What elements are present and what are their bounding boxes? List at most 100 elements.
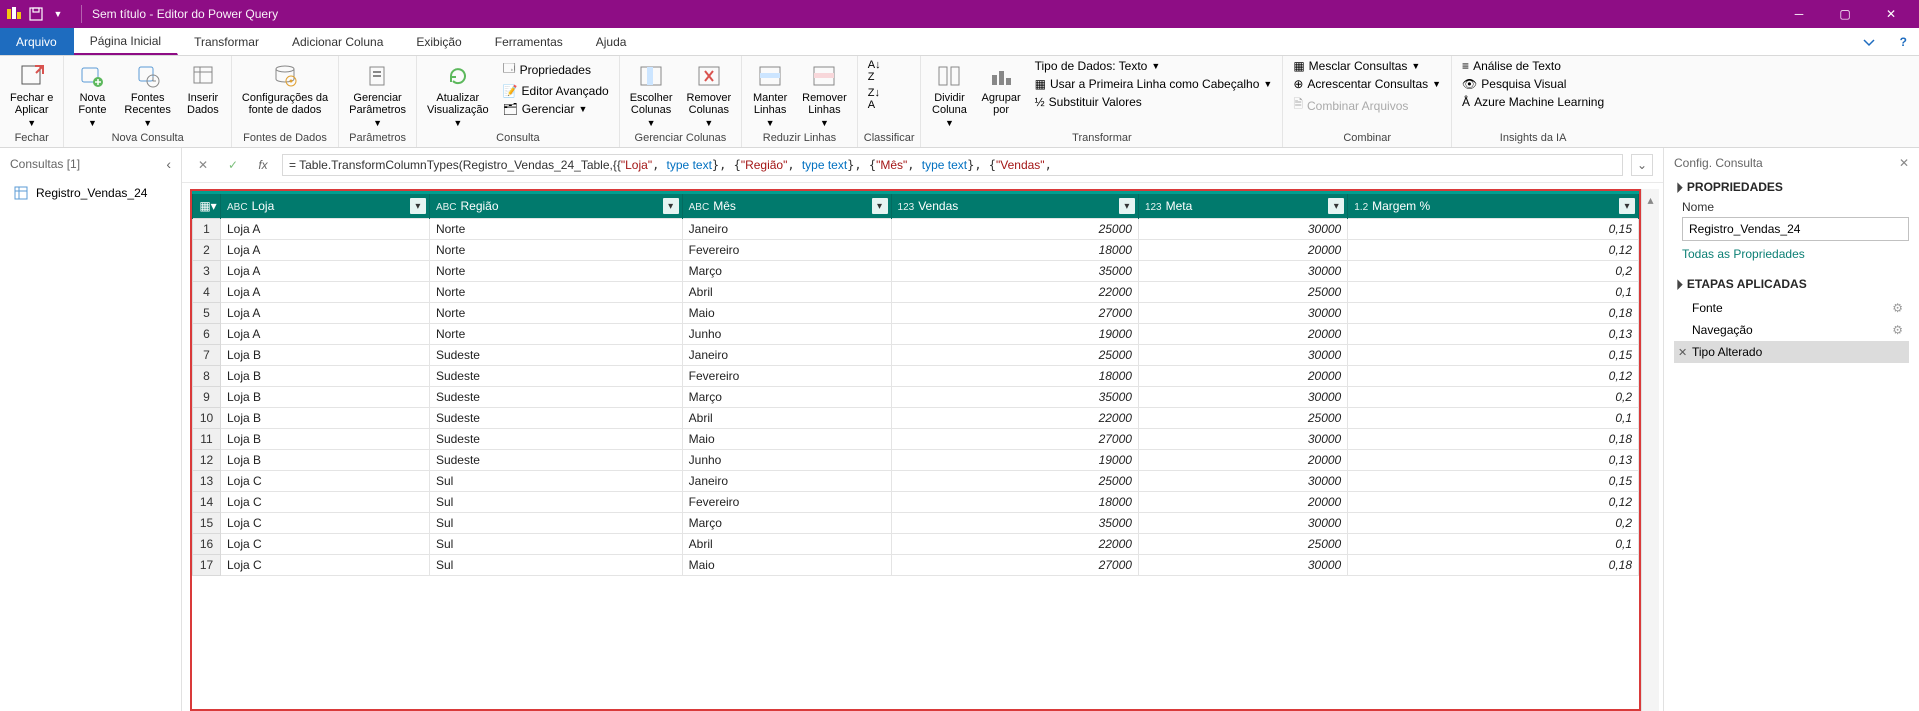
data-grid[interactable]: ▦▾ ABCLoja▾ABCRegião▾ABCMês▾123Vendas▾12… <box>192 191 1639 709</box>
table-row[interactable]: 10Loja BSudesteAbril22000250000,1 <box>193 408 1639 429</box>
cell[interactable]: Sudeste <box>429 429 682 450</box>
save-icon[interactable] <box>27 5 45 23</box>
cell[interactable]: 0,12 <box>1348 240 1639 261</box>
cell[interactable]: 0,15 <box>1348 345 1639 366</box>
cell[interactable]: 0,12 <box>1348 366 1639 387</box>
cell[interactable]: Fevereiro <box>682 366 891 387</box>
cell[interactable]: Sul <box>429 555 682 576</box>
cell[interactable]: Loja B <box>221 450 430 471</box>
cell[interactable]: 0,18 <box>1348 429 1639 450</box>
cell[interactable]: 35000 <box>891 513 1138 534</box>
split-col-button[interactable]: Dividir Coluna▼ <box>927 58 971 128</box>
manage-params-button[interactable]: Gerenciar Parâmetros▼ <box>345 58 410 128</box>
tab-file[interactable]: Arquivo <box>0 28 74 55</box>
cell[interactable]: 30000 <box>1138 471 1347 492</box>
collapse-pane-icon[interactable]: ‹ <box>166 156 171 172</box>
cell[interactable]: Janeiro <box>682 471 891 492</box>
replace-values-button[interactable]: ½ Substituir Valores <box>1031 94 1277 110</box>
cell[interactable]: 18000 <box>891 366 1138 387</box>
merge-queries-button[interactable]: ▦ Mesclar Consultas ▼ <box>1289 58 1445 74</box>
cell[interactable]: 19000 <box>891 324 1138 345</box>
table-row[interactable]: 3Loja ANorteMarço35000300000,2 <box>193 261 1639 282</box>
scroll-up-icon[interactable]: ▴ <box>1647 193 1653 207</box>
cell[interactable]: Loja A <box>221 240 430 261</box>
table-row[interactable]: 4Loja ANorteAbril22000250000,1 <box>193 282 1639 303</box>
tab-transform[interactable]: Transformar <box>178 28 276 55</box>
cell[interactable]: 0,18 <box>1348 303 1639 324</box>
manage-button[interactable]: 🗂Gerenciar ▼ <box>499 101 613 117</box>
cell[interactable]: 0,15 <box>1348 471 1639 492</box>
cell[interactable]: Maio <box>682 303 891 324</box>
cell[interactable]: Sudeste <box>429 387 682 408</box>
cell[interactable]: 0,15 <box>1348 219 1639 240</box>
azure-ml-button[interactable]: Å Azure Machine Learning <box>1458 94 1608 110</box>
cell[interactable]: 27000 <box>891 303 1138 324</box>
group-by-button[interactable]: Agrupar por <box>977 58 1024 116</box>
new-source-button[interactable]: Nova Fonte▼ <box>70 58 114 128</box>
cell[interactable]: Loja A <box>221 219 430 240</box>
cell[interactable]: Sudeste <box>429 450 682 471</box>
column-header[interactable]: 123Vendas▾ <box>891 193 1138 219</box>
table-row[interactable]: 8Loja BSudesteFevereiro18000200000,12 <box>193 366 1639 387</box>
table-row[interactable]: 6Loja ANorteJunho19000200000,13 <box>193 324 1639 345</box>
gear-icon[interactable]: ⚙ <box>1892 301 1903 315</box>
delete-step-icon[interactable]: ✕ <box>1678 346 1687 359</box>
formula-cancel-icon[interactable]: ✕ <box>192 154 214 176</box>
column-header[interactable]: ABCRegião▾ <box>429 193 682 219</box>
text-analytics-button[interactable]: ≡ Análise de Texto <box>1458 58 1608 74</box>
cell[interactable]: Janeiro <box>682 345 891 366</box>
tab-help[interactable]: Ajuda <box>580 28 644 55</box>
cell[interactable]: 19000 <box>891 450 1138 471</box>
cell[interactable]: 0,13 <box>1348 450 1639 471</box>
cell[interactable]: 22000 <box>891 282 1138 303</box>
cell[interactable]: 20000 <box>1138 240 1347 261</box>
advanced-editor-button[interactable]: 📝Editor Avançado <box>499 83 613 99</box>
cell[interactable]: 27000 <box>891 555 1138 576</box>
cell[interactable]: 20000 <box>1138 450 1347 471</box>
sort-desc-button[interactable]: Z↓A <box>864 86 884 112</box>
cell[interactable]: Abril <box>682 534 891 555</box>
table-row[interactable]: 13Loja CSulJaneiro25000300000,15 <box>193 471 1639 492</box>
cell[interactable]: 0,13 <box>1348 324 1639 345</box>
cell[interactable]: 0,2 <box>1348 387 1639 408</box>
remove-rows-button[interactable]: Remover Linhas▼ <box>798 58 851 128</box>
cell[interactable]: 22000 <box>891 408 1138 429</box>
cell[interactable]: 30000 <box>1138 345 1347 366</box>
cell[interactable]: Loja C <box>221 555 430 576</box>
cell[interactable]: Norte <box>429 303 682 324</box>
formula-input[interactable]: = Table.TransformColumnTypes(Registro_Ve… <box>282 154 1623 176</box>
cell[interactable]: Sudeste <box>429 345 682 366</box>
cell[interactable]: Fevereiro <box>682 492 891 513</box>
cell[interactable]: 25000 <box>1138 534 1347 555</box>
table-row[interactable]: 12Loja BSudesteJunho19000200000,13 <box>193 450 1639 471</box>
filter-icon[interactable]: ▾ <box>872 198 888 214</box>
append-queries-button[interactable]: ⊕ Acrescentar Consultas ▼ <box>1289 76 1445 92</box>
cell[interactable]: Loja B <box>221 345 430 366</box>
cell[interactable]: Maio <box>682 555 891 576</box>
help-icon[interactable]: ? <box>1888 28 1919 55</box>
cell[interactable]: Norte <box>429 219 682 240</box>
properties-button[interactable]: 🗔Propriedades <box>499 58 613 81</box>
cell[interactable]: 0,2 <box>1348 513 1639 534</box>
keep-rows-button[interactable]: Manter Linhas▼ <box>748 58 792 128</box>
table-row[interactable]: 17Loja CSulMaio27000300000,18 <box>193 555 1639 576</box>
combine-files-button[interactable]: 🗎 Combinar Arquivos <box>1289 94 1445 117</box>
cell[interactable]: 30000 <box>1138 555 1347 576</box>
cell[interactable]: Loja C <box>221 534 430 555</box>
close-button[interactable]: ✕ <box>1868 0 1914 28</box>
cell[interactable]: Fevereiro <box>682 240 891 261</box>
minimize-button[interactable]: ─ <box>1776 0 1822 28</box>
cell[interactable]: Junho <box>682 324 891 345</box>
column-header[interactable]: ABCMês▾ <box>682 193 891 219</box>
maximize-button[interactable]: ▢ <box>1822 0 1868 28</box>
cell[interactable]: Sul <box>429 534 682 555</box>
tab-home[interactable]: Página Inicial <box>74 28 178 55</box>
cell[interactable]: 35000 <box>891 387 1138 408</box>
cell[interactable]: 18000 <box>891 240 1138 261</box>
qat-dropdown-icon[interactable]: ▼ <box>49 5 67 23</box>
cell[interactable]: 27000 <box>891 429 1138 450</box>
cell[interactable]: 30000 <box>1138 429 1347 450</box>
cell[interactable]: 22000 <box>891 534 1138 555</box>
query-name-input[interactable] <box>1682 217 1909 241</box>
cell[interactable]: Norte <box>429 240 682 261</box>
